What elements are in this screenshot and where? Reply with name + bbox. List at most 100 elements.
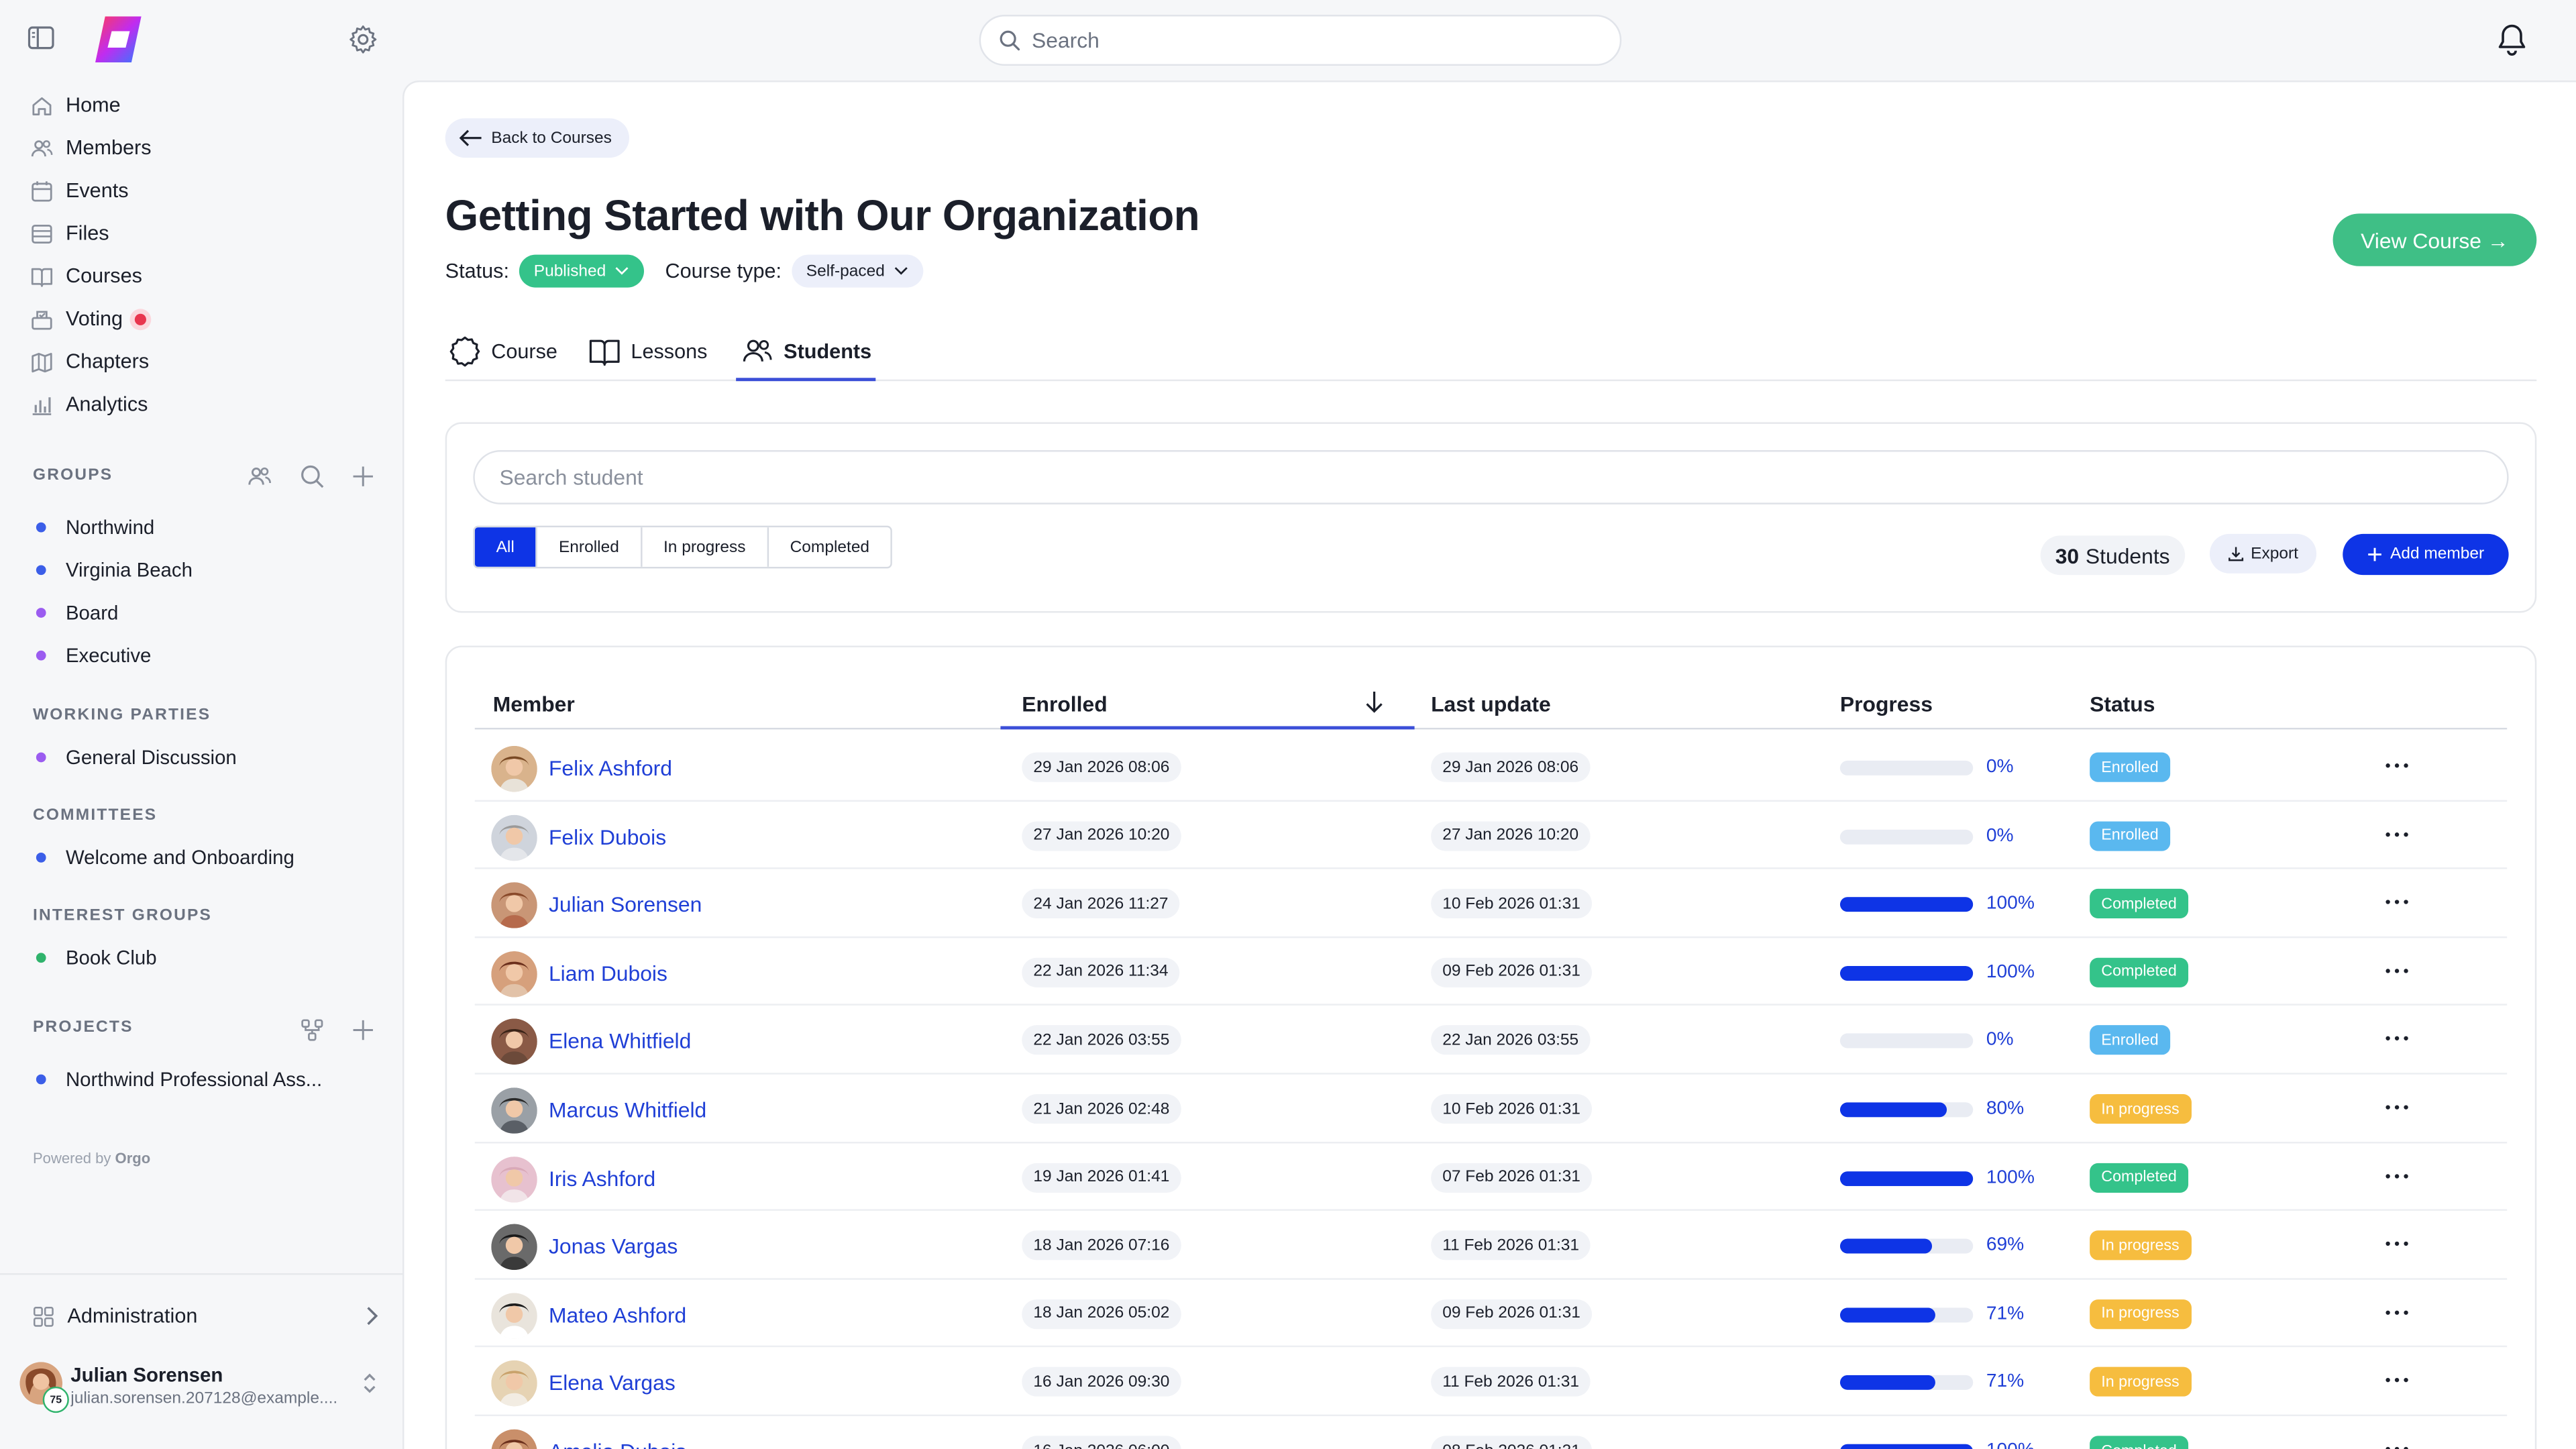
sidebar-item-events[interactable]: Events <box>30 172 129 209</box>
arrow-down-icon[interactable] <box>1364 690 1385 715</box>
table-row[interactable]: Liam Dubois 22 Jan 2026 11:34 09 Feb 202… <box>474 938 2508 1006</box>
avatar[interactable] <box>491 814 537 861</box>
global-search-input[interactable] <box>1031 28 1574 53</box>
add-member-button[interactable]: Add member <box>2343 533 2509 576</box>
group-item-virginia-beach[interactable]: Virginia Beach <box>36 555 193 585</box>
group-item-welcome-onboarding[interactable]: Welcome and Onboarding <box>36 843 294 872</box>
row-actions-button[interactable] <box>2383 1296 2410 1329</box>
administration-link[interactable]: Administration <box>33 1301 381 1331</box>
powered-by-brand[interactable]: Orgo <box>115 1150 151 1166</box>
members-icon[interactable] <box>246 464 272 490</box>
member-name-link[interactable]: Amelia Dubois <box>549 1439 686 1449</box>
app-logo[interactable] <box>91 13 146 66</box>
bell-icon[interactable] <box>2494 21 2530 58</box>
group-color-dot <box>36 853 46 863</box>
status-dropdown[interactable]: Published <box>519 254 644 288</box>
search-icon[interactable] <box>299 464 325 490</box>
group-item-northwind-professional[interactable]: Northwind Professional Ass... <box>36 1065 322 1094</box>
tab-students[interactable]: Students <box>736 323 877 382</box>
row-actions-button[interactable] <box>2383 1022 2410 1055</box>
status-badge: Completed <box>2090 1436 2188 1449</box>
member-name-link[interactable]: Elena Vargas <box>549 1371 676 1395</box>
tab-course[interactable]: Course <box>449 323 557 379</box>
row-actions-button[interactable] <box>2383 1159 2410 1192</box>
view-course-button[interactable]: View Course → <box>2332 213 2537 266</box>
back-to-courses-button[interactable]: Back to Courses <box>445 118 630 158</box>
filter-in-progress[interactable]: In progress <box>640 527 767 567</box>
sidebar-item-voting[interactable]: Voting <box>30 301 146 337</box>
table-row[interactable]: Marcus Whitfield 21 Jan 2026 02:48 10 Fe… <box>474 1075 2508 1143</box>
table-row[interactable]: Felix Dubois 27 Jan 2026 10:20 27 Jan 20… <box>474 801 2508 869</box>
member-name-link[interactable]: Julian Sorensen <box>549 892 702 917</box>
column-progress[interactable]: Progress <box>1840 692 1933 716</box>
row-actions-button[interactable] <box>2383 954 2410 987</box>
status-badge: Completed <box>2090 889 2188 919</box>
table-row[interactable]: Jonas Vargas 18 Jan 2026 07:16 11 Feb 20… <box>474 1211 2508 1280</box>
member-name-link[interactable]: Elena Whitfield <box>549 1029 691 1054</box>
filter-all[interactable]: All <box>474 527 536 567</box>
member-name-link[interactable]: Mateo Ashford <box>549 1303 686 1328</box>
row-actions-button[interactable] <box>2383 749 2410 782</box>
table-row[interactable]: Iris Ashford 19 Jan 2026 01:41 07 Feb 20… <box>474 1143 2508 1212</box>
avatar[interactable] <box>491 1429 537 1449</box>
avatar[interactable] <box>491 951 537 998</box>
course-type-dropdown[interactable]: Self-paced <box>791 254 923 288</box>
student-search-input[interactable] <box>473 450 2509 504</box>
sidebar-item-courses[interactable]: Courses <box>30 258 142 294</box>
avatar[interactable] <box>491 1019 537 1065</box>
column-enrolled[interactable]: Enrolled <box>1022 692 1107 716</box>
plus-icon[interactable] <box>350 1017 376 1043</box>
filter-enrolled[interactable]: Enrolled <box>535 527 641 567</box>
sidebar-toggle-icon[interactable] <box>28 26 54 50</box>
table-row[interactable]: Amelia Dubois 16 Jan 2026 06:00 08 Feb 2… <box>475 1416 2507 1449</box>
tab-lessons[interactable]: Lessons <box>588 323 707 379</box>
sidebar-item-files[interactable]: Files <box>30 215 109 252</box>
row-actions-button[interactable] <box>2383 818 2410 851</box>
group-item-book-club[interactable]: Book Club <box>36 943 157 973</box>
column-status[interactable]: Status <box>2090 692 2155 716</box>
row-actions-button[interactable] <box>2383 1091 2410 1124</box>
sidebar-item-chapters[interactable]: Chapters <box>30 343 149 380</box>
sidebar-item-home[interactable]: Home <box>30 87 121 123</box>
member-name-link[interactable]: Liam Dubois <box>549 961 667 985</box>
table-row[interactable]: Felix Ashford 29 Jan 2026 08:06 29 Jan 2… <box>474 733 2508 802</box>
avatar[interactable] <box>491 1156 537 1202</box>
avatar[interactable] <box>491 745 537 792</box>
enrolled-date: 22 Jan 2026 11:34 <box>1022 957 1180 987</box>
export-button[interactable]: Export <box>2209 533 2316 574</box>
plus-icon[interactable] <box>350 464 376 490</box>
table-row[interactable]: Julian Sorensen 24 Jan 2026 11:27 10 Feb… <box>474 869 2508 938</box>
avatar[interactable] <box>491 1224 537 1271</box>
hierarchy-icon[interactable] <box>299 1017 325 1043</box>
row-actions-button[interactable] <box>2383 1364 2410 1397</box>
sidebar-item-members[interactable]: Members <box>30 129 152 166</box>
column-member[interactable]: Member <box>493 692 575 716</box>
row-actions-button[interactable] <box>2383 1228 2410 1260</box>
avatar[interactable] <box>491 1292 537 1339</box>
status-badge: Completed <box>2090 1162 2188 1192</box>
avatar[interactable] <box>491 882 537 929</box>
column-last-update[interactable]: Last update <box>1431 692 1551 716</box>
avatar[interactable] <box>491 1360 537 1407</box>
user-menu[interactable]: 75 Julian Sorensen julian.sorensen.20712… <box>19 1357 384 1416</box>
member-name-link[interactable]: Jonas Vargas <box>549 1234 678 1259</box>
member-name-link[interactable]: Felix Dubois <box>549 824 666 849</box>
table-row[interactable]: Elena Whitfield 22 Jan 2026 03:55 22 Jan… <box>474 1006 2508 1075</box>
global-search[interactable] <box>979 15 1622 66</box>
table-row[interactable]: Mateo Ashford 18 Jan 2026 05:02 09 Feb 2… <box>474 1279 2508 1348</box>
group-item-executive[interactable]: Executive <box>36 641 152 670</box>
sidebar-item-analytics[interactable]: Analytics <box>30 386 148 423</box>
group-item-northwind[interactable]: Northwind <box>36 513 154 542</box>
member-name-link[interactable]: Iris Ashford <box>549 1166 655 1191</box>
avatar[interactable] <box>491 1087 537 1134</box>
progress-bar <box>1839 1034 1974 1049</box>
group-item-board[interactable]: Board <box>36 598 118 627</box>
row-actions-button[interactable] <box>2383 885 2410 918</box>
member-name-link[interactable]: Marcus Whitfield <box>549 1097 706 1122</box>
gear-icon[interactable] <box>347 23 380 56</box>
member-name-link[interactable]: Felix Ashford <box>549 756 672 781</box>
group-item-general-discussion[interactable]: General Discussion <box>36 743 237 772</box>
filter-completed[interactable]: Completed <box>767 527 891 567</box>
row-actions-button[interactable] <box>2383 1433 2410 1449</box>
table-row[interactable]: Elena Vargas 16 Jan 2026 09:30 11 Feb 20… <box>474 1348 2508 1416</box>
